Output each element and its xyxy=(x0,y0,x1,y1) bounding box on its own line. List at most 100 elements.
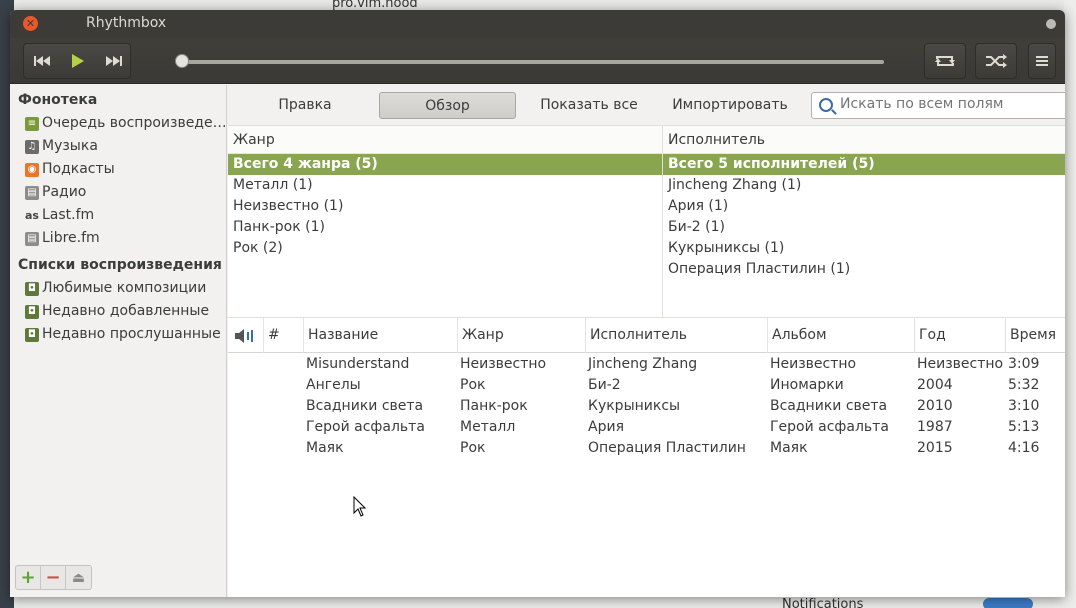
speaker-icon xyxy=(235,329,253,343)
track-number xyxy=(263,396,266,417)
track-album: Неизвестно xyxy=(770,356,857,372)
skip-back-icon xyxy=(34,56,50,66)
table-row[interactable]: Всадники света Панк-рок Кукрыниксы Всадн… xyxy=(228,396,1065,417)
play-icon xyxy=(72,54,84,68)
repeat-button[interactable] xyxy=(924,43,966,79)
sidebar-item-radio[interactable]: ▤ Радио xyxy=(10,181,226,204)
librefm-icon: ▤ xyxy=(25,232,39,246)
previous-track-button[interactable] xyxy=(24,43,60,79)
table-row[interactable]: Misunderstand Неизвестно Jincheng Zhang … xyxy=(228,354,1065,375)
artist-row-all[interactable]: Всего 5 исполнителей (5) xyxy=(663,154,1065,175)
artist-row[interactable]: Операция Пластилин (1) xyxy=(663,259,1065,280)
track-artist: Би-2 xyxy=(588,377,621,393)
next-track-button[interactable] xyxy=(96,43,132,79)
artist-row[interactable]: Ария (1) xyxy=(663,196,1065,217)
column-header-artist[interactable]: Исполнитель xyxy=(585,318,767,353)
genre-row[interactable]: Неизвестно (1) xyxy=(228,196,662,217)
sidebar-item-label: Очередь воспроизведе… xyxy=(42,115,226,131)
remove-playlist-button[interactable]: − xyxy=(41,566,66,589)
track-number xyxy=(263,375,266,396)
track-genre: Рок xyxy=(460,440,486,456)
auto-playlist-icon: ◘ xyxy=(25,282,39,296)
track-title: Misunderstand xyxy=(306,356,410,372)
genre-column-header[interactable]: Жанр xyxy=(228,126,662,154)
sidebar-item-music[interactable]: ♫ Музыка xyxy=(10,135,226,158)
table-row[interactable]: Герой асфальта Металл Ария Герой асфальт… xyxy=(228,417,1065,438)
seek-slider-handle[interactable] xyxy=(175,54,189,68)
sidebar-item-recently-added[interactable]: ◘ Недавно добавленные xyxy=(10,300,226,323)
queue-icon: ≡ xyxy=(25,117,39,131)
eject-button[interactable]: ⏏ xyxy=(66,566,91,589)
artist-column-header[interactable]: Исполнитель xyxy=(663,126,1065,154)
genre-row-all[interactable]: Всего 4 жанра (5) xyxy=(228,154,662,175)
track-artist: Кукрыниксы xyxy=(588,398,681,414)
track-year: 2004 xyxy=(917,377,953,393)
playing-column-header[interactable] xyxy=(228,318,263,353)
column-header-duration[interactable]: Время xyxy=(1005,318,1065,353)
sidebar-item-podcasts[interactable]: ◉ Подкасты xyxy=(10,158,226,181)
library-browser: Жанр Всего 4 жанра (5) Металл (1) Неизве… xyxy=(228,126,1065,318)
artist-row[interactable]: Би-2 (1) xyxy=(663,217,1065,238)
radio-icon: ▤ xyxy=(25,186,39,200)
column-header-number[interactable]: # xyxy=(263,318,303,353)
column-header-title[interactable]: Название xyxy=(303,318,457,353)
track-genre: Рок xyxy=(460,377,486,393)
seek-slider-track[interactable] xyxy=(182,60,884,64)
sidebar-item-label: Подкасты xyxy=(42,161,115,177)
shuffle-button[interactable] xyxy=(975,43,1017,79)
track-duration: 4:16 xyxy=(1008,440,1040,456)
window-menu-dot[interactable] xyxy=(1046,19,1056,29)
column-header-genre[interactable]: Жанр xyxy=(457,318,585,353)
track-number xyxy=(263,438,266,459)
sidebar-item-label: Музыка xyxy=(42,138,98,154)
app-menu-button[interactable] xyxy=(1028,43,1056,79)
skip-forward-icon xyxy=(106,56,122,66)
sidebar-item-librefm[interactable]: ▤ Libre.fm xyxy=(10,227,226,250)
genre-row[interactable]: Панк-рок (1) xyxy=(228,217,662,238)
track-number xyxy=(263,354,266,375)
background-window-strip-bottom xyxy=(14,596,1076,608)
table-row[interactable]: Маяк Рок Операция Пластилин Маяк 2015 4:… xyxy=(228,438,1065,459)
search-icon xyxy=(819,98,833,112)
import-button[interactable]: Импортировать xyxy=(668,92,792,119)
column-header-album[interactable]: Альбом xyxy=(767,318,914,353)
table-row[interactable]: Ангелы Рок Би-2 Иномарки 2004 5:32 xyxy=(228,375,1065,396)
sidebar-item-favorite-tracks[interactable]: ◘ Любимые композиции xyxy=(10,277,226,300)
shuffle-icon xyxy=(986,54,1007,68)
artist-row[interactable]: Jincheng Zhang (1) xyxy=(663,175,1065,196)
column-header-year[interactable]: Год xyxy=(914,318,1005,353)
sidebar-item-label: Радио xyxy=(42,184,87,200)
sidebar: Фонотека ≡ Очередь воспроизведе… ♫ Музык… xyxy=(10,85,227,597)
browse-toolbar: Правка Обзор Показать все Импортировать xyxy=(228,85,1065,126)
browse-button[interactable]: Обзор xyxy=(379,92,516,119)
genre-row[interactable]: Рок (2) xyxy=(228,238,662,259)
track-artist: Ария xyxy=(588,419,624,435)
rhythmbox-window: ✕ Rhythmbox Фонотека ≡ Очередь воспроизв… xyxy=(10,10,1065,597)
sidebar-item-label: Любимые композиции xyxy=(42,280,207,296)
library-header: Фонотека xyxy=(18,92,98,108)
show-all-button[interactable]: Показать все xyxy=(534,92,644,119)
sidebar-item-play-queue[interactable]: ≡ Очередь воспроизведе… xyxy=(10,112,226,135)
play-button[interactable] xyxy=(60,43,96,79)
auto-playlist-icon: ◘ xyxy=(25,328,39,342)
sidebar-item-recently-played[interactable]: ◘ Недавно прослушанные xyxy=(10,323,226,346)
track-album: Герой асфальта xyxy=(770,419,889,435)
genre-row[interactable]: Металл (1) xyxy=(228,175,662,196)
track-album: Иномарки xyxy=(770,377,844,393)
sidebar-item-label: Недавно прослушанные xyxy=(42,326,221,342)
genre-pane: Жанр Всего 4 жанра (5) Металл (1) Неизве… xyxy=(228,126,663,318)
auto-playlist-icon: ◘ xyxy=(25,305,39,319)
close-window-button[interactable]: ✕ xyxy=(23,16,38,31)
edit-button[interactable]: Правка xyxy=(269,92,341,119)
sidebar-item-lastfm[interactable]: as Last.fm xyxy=(10,204,226,227)
sidebar-item-label: Недавно добавленные xyxy=(42,303,210,319)
track-title: Ангелы xyxy=(306,377,361,393)
artist-row[interactable]: Кукрыниксы (1) xyxy=(663,238,1065,259)
hamburger-menu-icon xyxy=(1036,56,1048,66)
add-playlist-button[interactable]: + xyxy=(16,566,41,589)
search-input[interactable] xyxy=(840,96,1065,112)
track-genre: Металл xyxy=(460,419,516,435)
window-title: Rhythmbox xyxy=(86,15,167,31)
track-artist: Jincheng Zhang xyxy=(588,356,698,372)
search-field[interactable] xyxy=(811,92,1065,119)
